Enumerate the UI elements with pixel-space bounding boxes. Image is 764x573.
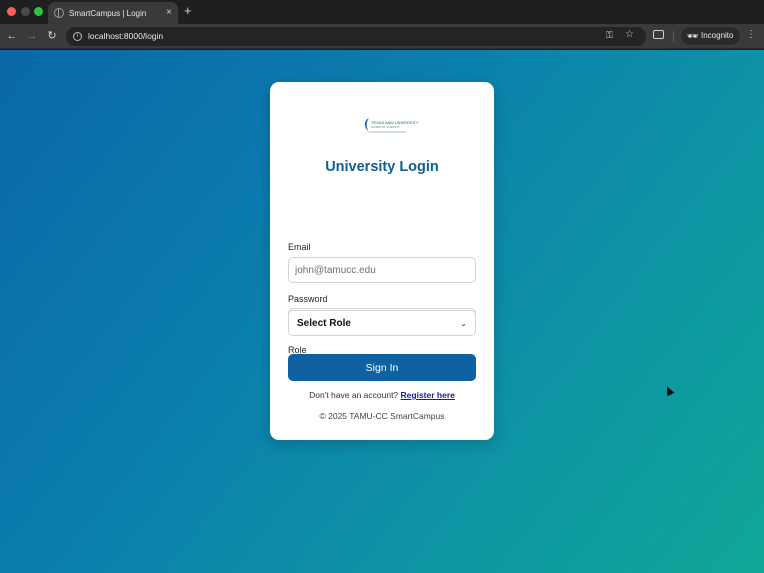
role-select-value: Select Role: [297, 317, 351, 329]
register-prompt: Don't have an account? Register here: [270, 390, 494, 400]
logo-subtext: CORPUS CHRISTI: [371, 125, 400, 129]
key-icon[interactable]: ⚿: [606, 30, 613, 41]
email-label: Email: [288, 242, 311, 252]
incognito-label: Incognito: [701, 31, 734, 40]
address-bar[interactable]: i localhost:8000/login ⚿ ☆: [66, 27, 646, 46]
url-text[interactable]: localhost:8000/login: [88, 31, 163, 41]
toolbar-divider: [673, 31, 674, 42]
browser-toolbar: ← → ↻ i localhost:8000/login ⚿ ☆: [0, 24, 764, 49]
tab-search-icon[interactable]: [653, 30, 664, 39]
browser-tab[interactable]: SmartCampus | Login ×: [48, 2, 178, 24]
close-window-button[interactable]: [7, 7, 16, 16]
forward-arrow-icon[interactable]: →: [25, 29, 39, 43]
star-icon[interactable]: ☆: [625, 29, 634, 40]
university-logo: TEXAS A&M UNIVERSITY CORPUS CHRISTI: [361, 117, 419, 133]
incognito-badge[interactable]: 🕶 Incognito: [681, 27, 741, 45]
close-tab-icon[interactable]: ×: [166, 8, 172, 18]
chevron-down-icon: ⌄: [460, 318, 467, 328]
globe-icon: [54, 8, 64, 18]
tab-strip: SmartCampus | Login × +: [0, 0, 764, 24]
maximize-window-button[interactable]: [34, 7, 43, 16]
back-arrow-icon[interactable]: ←: [5, 29, 19, 43]
page-title: University Login: [325, 159, 439, 175]
site-info-icon[interactable]: i: [73, 32, 82, 41]
footer-text: © 2025 TAMU-CC SmartCampus: [319, 411, 445, 421]
minimize-window-button[interactable]: [21, 7, 30, 16]
role-select[interactable]: Select Role ⌄: [288, 310, 476, 336]
incognito-icon: 🕶: [687, 31, 699, 41]
password-label: Password: [288, 294, 328, 304]
register-prompt-text: Don't have an account?: [309, 390, 399, 400]
email-field[interactable]: [288, 257, 476, 283]
new-tab-button[interactable]: +: [184, 4, 192, 18]
menu-icon[interactable]: ⋮: [746, 28, 756, 42]
register-link[interactable]: Register here: [401, 390, 455, 400]
tab-title: SmartCampus | Login: [69, 8, 147, 18]
reload-icon[interactable]: ↻: [45, 29, 59, 43]
sign-in-button[interactable]: Sign In: [288, 354, 476, 381]
